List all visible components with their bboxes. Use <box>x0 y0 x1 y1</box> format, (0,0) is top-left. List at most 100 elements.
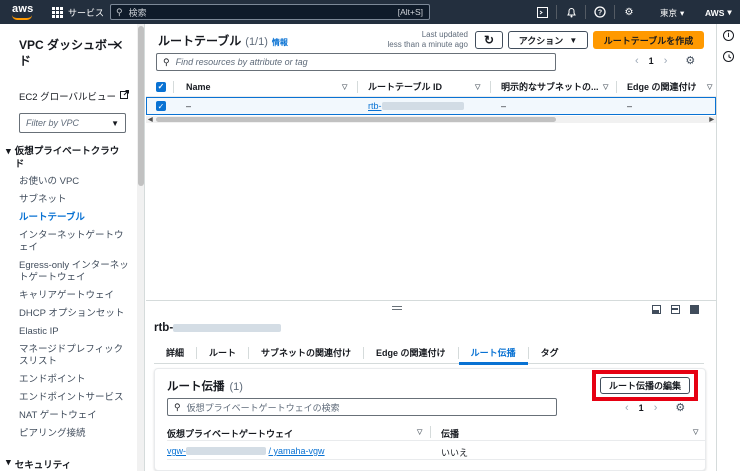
horizontal-scrollbar[interactable]: ◀ ▶ <box>146 116 716 123</box>
sidebar-item-route-tables[interactable]: ルートテーブル <box>19 212 129 224</box>
column-header-name[interactable]: Name <box>186 82 211 92</box>
column-header-vpg[interactable]: 仮想プライベートゲートウェイ <box>167 427 293 440</box>
table-settings-gear-icon[interactable]: ⚙ <box>685 54 695 67</box>
create-route-table-button[interactable]: ルートテーブルを作成 <box>593 31 704 49</box>
panel-splitter[interactable] <box>146 300 716 304</box>
global-search-input[interactable]: ⚲ 検索 [Alt+S] <box>110 4 430 20</box>
route-table-id-link[interactable]: rtb- <box>368 101 464 111</box>
page-title: ルートテーブル (1/1) 情報 <box>158 32 288 49</box>
external-link-icon <box>120 90 130 102</box>
vpc-filter-placeholder: Filter by VPC <box>26 118 80 128</box>
svg-text:?: ? <box>598 10 602 17</box>
row-checkbox[interactable]: ✓ <box>156 101 166 111</box>
aws-logo[interactable]: aws <box>10 2 38 22</box>
resize-handle-icon[interactable] <box>392 306 402 310</box>
vpc-filter-select[interactable]: Filter by VPC ▼ <box>19 113 126 133</box>
edit-route-propagation-button[interactable]: ルート伝播の編集 <box>600 377 690 394</box>
sort-icon[interactable]: ▽ <box>693 428 698 436</box>
clock-icon[interactable] <box>723 51 734 62</box>
resource-search-input[interactable]: ⚲ Find resources by attribute or tag <box>156 53 556 71</box>
tab-tags[interactable]: タグ <box>529 342 571 364</box>
column-header-route-table-id[interactable]: ルートテーブル ID <box>368 80 442 93</box>
pagination: ‹ 1 › ⚙ <box>625 401 685 415</box>
vpg-link[interactable]: vgw- / yamaha-vgw <box>167 446 325 456</box>
account-menu[interactable]: AWS ▾ <box>705 7 732 18</box>
sort-icon[interactable]: ▽ <box>707 83 712 91</box>
refresh-button[interactable]: ↻ <box>475 31 503 49</box>
table-row[interactable]: ✓ – rtb- – – <box>146 97 716 115</box>
sort-icon[interactable]: ▽ <box>603 83 608 91</box>
info-icon[interactable]: i <box>723 30 734 41</box>
section-virtual-private-cloud[interactable]: ▾ 仮想プライベートクラウド <box>6 145 126 171</box>
next-page-icon[interactable]: › <box>654 402 658 414</box>
section-security[interactable]: ▾ セキュリティ <box>6 457 71 471</box>
chevron-down-icon: ▾ <box>727 7 732 17</box>
sidebar-item-internet-gateways[interactable]: インターネットゲートウェイ <box>19 230 129 254</box>
redacted-id <box>381 102 464 110</box>
grid-icon <box>52 6 63 18</box>
sidebar-item-nat-gateways[interactable]: NAT ゲートウェイ <box>19 410 129 422</box>
page-number[interactable]: 1 <box>649 56 654 66</box>
help-icon[interactable]: ? <box>592 4 608 20</box>
caret-down-icon: ▼ <box>111 119 119 128</box>
select-all-checkbox[interactable]: ✓ <box>156 81 166 92</box>
section-label: セキュリティ <box>14 460 72 471</box>
cloudshell-icon[interactable] <box>534 4 550 20</box>
tab-routes[interactable]: ルート <box>197 342 248 364</box>
column-header-explicit-subnet[interactable]: 明示的なサブネットの... <box>501 80 599 93</box>
sort-icon[interactable]: ▽ <box>475 83 480 91</box>
page-number[interactable]: 1 <box>639 403 644 413</box>
sidebar-item-subnets[interactable]: サブネット <box>19 194 129 206</box>
column-header-edge-association[interactable]: Edge の関連付け <box>627 80 697 93</box>
table-settings-gear-icon[interactable]: ⚙ <box>675 401 685 414</box>
sidebar-item-your-vpcs[interactable]: お使いの VPC <box>19 176 129 188</box>
actions-dropdown-button[interactable]: アクション ▼ <box>508 31 588 49</box>
sidebar-item-managed-prefix-lists[interactable]: マネージドプレフィックスリスト <box>19 344 129 368</box>
top-navigation-bar: aws サービス ⚲ 検索 [Alt+S] ? ⚙ 東京 ▾ AWS ▾ <box>0 0 740 24</box>
sort-icon[interactable]: ▽ <box>417 428 422 436</box>
caret-down-icon: ▼ <box>569 35 578 45</box>
tab-edge-associations[interactable]: Edge の関連付け <box>364 342 458 364</box>
search-shortcut-hint: [Alt+S] <box>397 7 423 17</box>
previous-page-icon[interactable]: ‹ <box>635 55 639 67</box>
sidebar-item-peering-connections[interactable]: ピアリング接続 <box>19 428 129 440</box>
right-utility-rail: i <box>716 24 740 471</box>
caret-down-icon: ▾ <box>6 146 11 157</box>
region-selector[interactable]: 東京 ▾ <box>660 7 684 19</box>
ec2-global-view-link[interactable]: EC2 グローバルビュー <box>19 89 130 103</box>
propagation-value: いいえ <box>441 448 469 458</box>
last-updated-label: Last updated <box>421 30 468 39</box>
chevron-down-icon: ▾ <box>680 7 685 18</box>
last-updated: Last updated less than a minute ago <box>386 30 469 50</box>
section-label: 仮想プライベートクラウド <box>14 146 120 170</box>
vpg-id-prefix: vgw- <box>167 446 187 456</box>
sidebar-item-endpoints[interactable]: エンドポイント <box>19 374 129 386</box>
tab-subnet-associations[interactable]: サブネットの関連付け <box>249 342 363 364</box>
refresh-icon: ↻ <box>483 33 495 47</box>
tab-details[interactable]: 詳細 <box>154 342 196 364</box>
sidebar-item-elastic-ip[interactable]: Elastic IP <box>19 326 129 338</box>
sidebar-item-dhcp-option-sets[interactable]: DHCP オプションセット <box>19 308 129 320</box>
services-menu-button[interactable]: サービス <box>52 6 104 19</box>
ec2-global-view-label: EC2 グローバルビュー <box>19 92 117 103</box>
sort-icon[interactable]: ▽ <box>342 83 347 91</box>
sidebar-scrollbar[interactable] <box>137 24 144 471</box>
next-page-icon[interactable]: › <box>664 55 668 67</box>
gateway-search-input[interactable]: ⚲ 仮想プライベートゲートウェイの検索 <box>167 398 557 416</box>
column-header-propagation[interactable]: 伝播 <box>441 427 459 440</box>
sidebar-item-egress-only-igw[interactable]: Egress-only インターネットゲートウェイ <box>19 260 129 284</box>
previous-page-icon[interactable]: ‹ <box>625 402 629 414</box>
sidebar-item-endpoint-services[interactable]: エンドポイントサービス <box>19 392 129 404</box>
close-icon[interactable]: ✕ <box>112 37 124 54</box>
tab-route-propagation[interactable]: ルート伝播 <box>458 342 528 365</box>
top-icons: ? ⚙ <box>534 4 637 20</box>
sidebar-item-carrier-gateways[interactable]: キャリアゲートウェイ <box>19 290 129 302</box>
bell-icon[interactable] <box>563 4 579 20</box>
settings-gear-icon[interactable]: ⚙ <box>621 4 637 20</box>
route-table-id-prefix: rtb- <box>368 101 382 111</box>
info-link[interactable]: 情報 <box>272 37 288 48</box>
row-subnet: – <box>501 101 507 111</box>
actions-label: アクション <box>518 35 564 46</box>
redacted-id <box>173 324 282 332</box>
search-placeholder: 検索 <box>128 7 147 18</box>
